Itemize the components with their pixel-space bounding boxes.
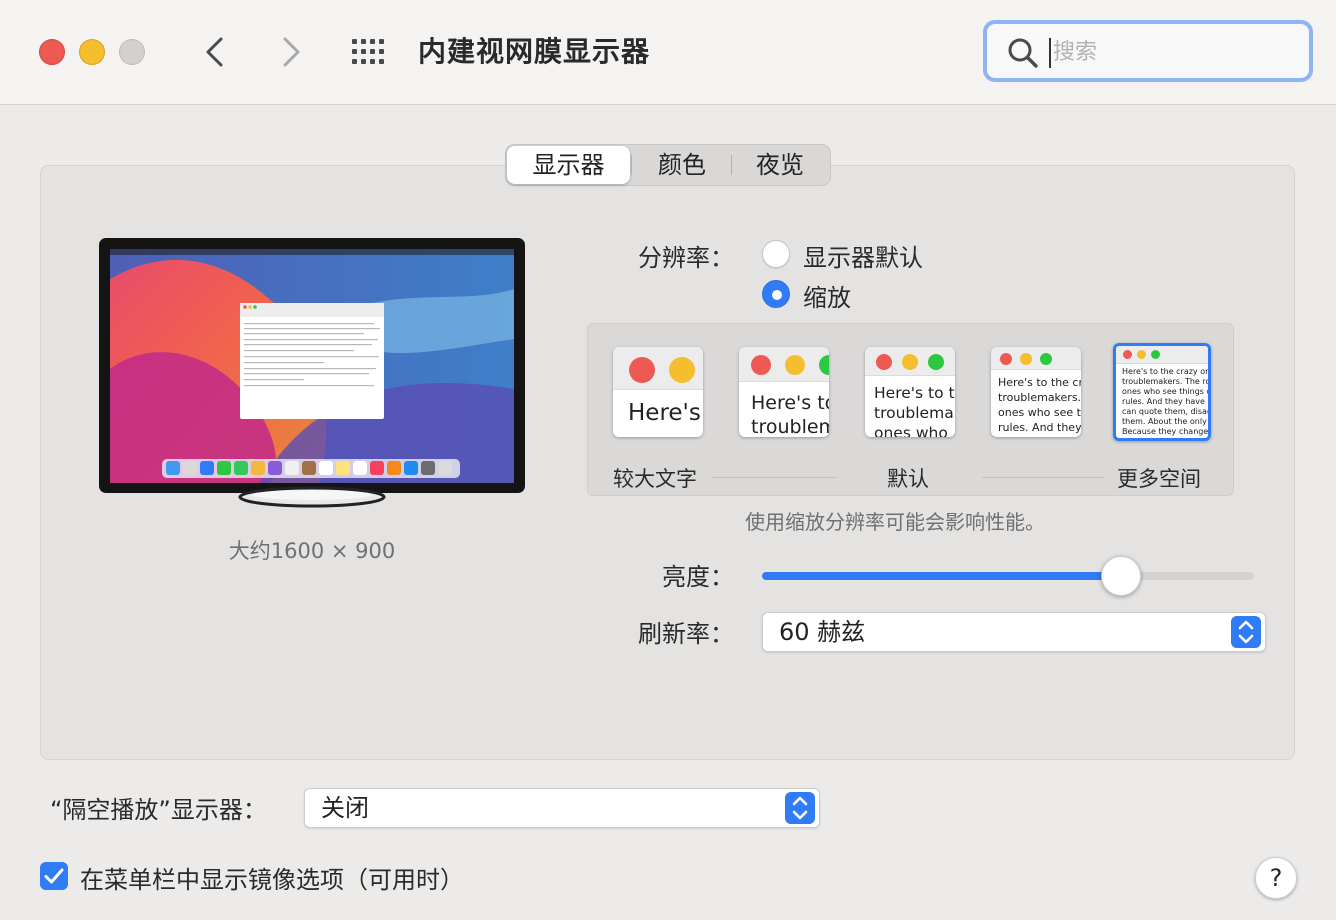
airplay-display-select[interactable]: 关闭 [304, 788, 820, 828]
thumb-sample-text: Here's to the cr troublemakers. ones who… [998, 376, 1081, 434]
radio-default-label[interactable]: 显示器默认 [803, 238, 923, 273]
tab-display[interactable]: 显示器 [507, 146, 630, 184]
airplay-display-value: 关闭 [321, 794, 369, 822]
text-caret [1049, 38, 1051, 68]
help-button[interactable]: ? [1255, 857, 1297, 899]
mirroring-option-label[interactable]: 在菜单栏中显示镜像选项（可用时） [80, 860, 464, 895]
chevron-up-down-icon [1231, 616, 1261, 648]
scale-divider-line [982, 477, 1105, 478]
tab-divider [631, 155, 632, 175]
scaling-performance-note: 使用缩放分辨率可能会影响性能。 [745, 510, 1045, 534]
thumb-sample-text: Here's to troublem [751, 392, 829, 437]
scale-option-more-space[interactable]: Here's to the crazy ones troublemakers. … [1113, 343, 1211, 441]
wallpaper-image [110, 249, 514, 483]
radio-default-for-display[interactable] [762, 240, 790, 268]
airplay-display-label: “隔空播放”显示器： [50, 796, 267, 824]
scale-label-more-space: 更多空间 [1117, 467, 1201, 491]
brightness-slider-track[interactable] [762, 572, 1254, 580]
scale-divider-line [712, 477, 837, 478]
scale-option-default[interactable]: Here's to t troublema ones who [865, 347, 955, 437]
monitor-stand [238, 486, 386, 508]
zoom-button[interactable] [119, 39, 145, 65]
tab-color[interactable]: 颜色 [634, 145, 730, 185]
minimize-button[interactable] [79, 39, 105, 65]
radio-scaled[interactable] [762, 280, 790, 308]
thumb-sample-text: Here's to the crazy ones troublemakers. … [1122, 367, 1211, 436]
search-icon [1008, 38, 1038, 68]
brightness-label: 亮度： [662, 563, 734, 591]
thumb-sample-text: Here's to t troublema ones who [874, 384, 955, 437]
resolution-caption: 大约1600 × 900 [228, 539, 396, 563]
monitor-illustration [99, 238, 525, 493]
close-button[interactable] [39, 39, 65, 65]
refresh-rate-select[interactable]: 60 赫兹 [762, 612, 1266, 652]
forward-icon[interactable] [273, 33, 307, 71]
brightness-slider-knob[interactable] [1101, 556, 1141, 596]
search-box[interactable] [983, 20, 1313, 82]
thumb-sample-text: Here's [628, 400, 701, 426]
search-input[interactable] [1053, 32, 1293, 72]
tab-bar: 显示器 颜色 夜览 [505, 144, 831, 186]
back-icon[interactable] [199, 33, 233, 71]
tab-night-shift[interactable]: 夜览 [732, 145, 828, 185]
window-title: 内建视网膜显示器 [418, 35, 651, 68]
resolution-label: 分辨率： [638, 244, 734, 272]
monitor-screen [110, 249, 514, 483]
scale-option-4[interactable]: Here's to the cr troublemakers. ones who… [991, 347, 1081, 437]
chevron-up-down-icon [785, 792, 815, 824]
scale-option-2[interactable]: Here's to troublem [739, 347, 829, 437]
radio-scaled-label[interactable]: 缩放 [803, 278, 851, 313]
scale-label-larger-text: 较大文字 [613, 467, 697, 491]
grid-icon[interactable] [350, 37, 390, 67]
radio-selected-dot [772, 290, 782, 300]
refresh-rate-value: 60 赫兹 [779, 618, 866, 646]
scale-option-larger-text[interactable]: Here's [613, 347, 703, 437]
refresh-rate-label: 刷新率： [638, 620, 734, 648]
scale-label-default: 默认 [887, 467, 929, 491]
mirroring-option-checkbox[interactable] [40, 862, 68, 890]
brightness-slider-fill [762, 572, 1121, 580]
